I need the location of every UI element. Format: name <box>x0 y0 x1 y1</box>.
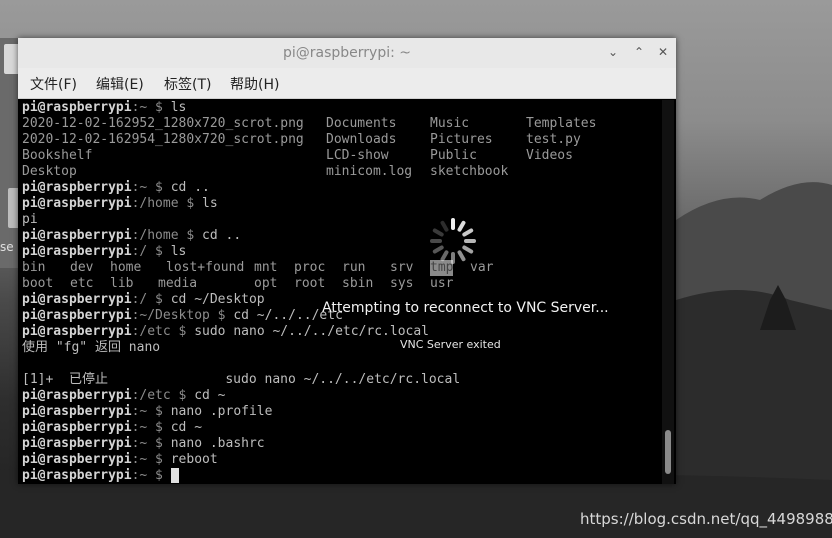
watermark: https://blog.csdn.net/qq_44989881 <box>580 510 832 528</box>
vnc-status-detail: VNC Server exited <box>400 338 501 351</box>
vnc-status-message: Attempting to reconnect to VNC Server... <box>322 300 609 316</box>
vnc-reconnect-overlay: Attempting to reconnect to VNC Server...… <box>0 0 832 538</box>
loading-spinner-icon <box>430 218 476 264</box>
